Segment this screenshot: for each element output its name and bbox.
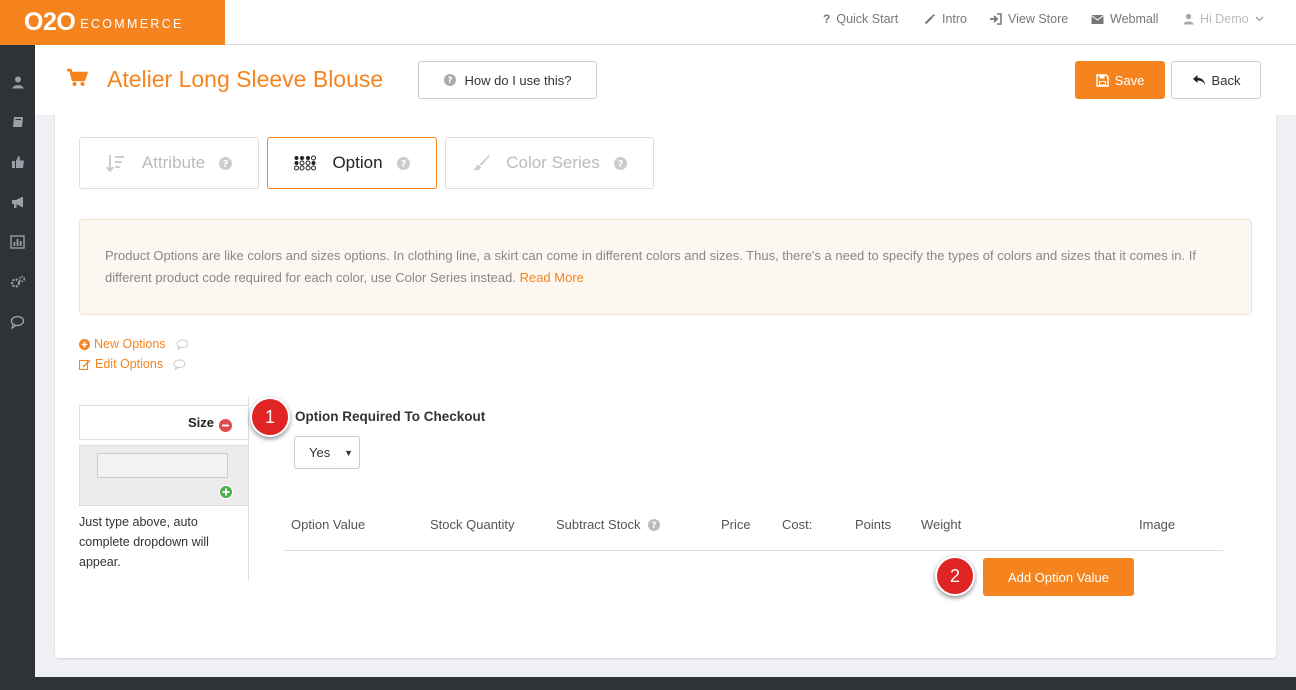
- plus-circle-icon: [79, 338, 90, 350]
- question-circle-icon: ?: [396, 156, 410, 170]
- view-store-link[interactable]: View Store: [989, 12, 1068, 26]
- webmail-label: Webmall: [1110, 12, 1159, 26]
- tab-color-series-label: Color Series: [506, 153, 600, 172]
- question-circle-icon: ?: [443, 74, 456, 86]
- footer-bar: [35, 677, 1296, 690]
- user-menu[interactable]: Hi Demo: [1183, 12, 1264, 26]
- comment-icon[interactable]: [0, 312, 35, 332]
- webmail-link[interactable]: Webmall: [1091, 12, 1158, 26]
- option-size-label: Size: [187, 415, 214, 430]
- tab-attribute[interactable]: Attribute ?: [79, 137, 259, 189]
- svg-text:?: ?: [617, 159, 623, 170]
- svg-text:?: ?: [447, 76, 452, 86]
- new-options-link[interactable]: New Options: [79, 337, 189, 351]
- intro-link[interactable]: Intro: [924, 12, 967, 26]
- edit-options-label: Edit Options: [95, 357, 164, 371]
- info-text: Product Options are like colors and size…: [105, 248, 1196, 285]
- col-weight: Weight: [921, 517, 962, 532]
- page-header: Atelier Long Sleeve Blouse ? How do I us…: [35, 45, 1296, 115]
- comment-icon: [176, 339, 189, 350]
- read-more-link[interactable]: Read More: [520, 270, 584, 285]
- thumbs-up-icon[interactable]: [0, 152, 35, 172]
- required-label: Option Required To Checkout: [295, 409, 486, 424]
- question-circle-icon: ?: [647, 518, 660, 531]
- logo-sub: ECOMMERCE: [80, 17, 184, 31]
- question-circle-icon: ?: [219, 156, 233, 170]
- tab-option-label: Option: [332, 153, 383, 172]
- save-label: Save: [1114, 72, 1145, 88]
- view-store-label: View Store: [1008, 12, 1069, 26]
- required-value: Yes: [309, 445, 331, 460]
- question-circle-icon: ?: [613, 156, 627, 170]
- new-options-label: New Options: [94, 337, 166, 351]
- intro-label: Intro: [942, 12, 968, 26]
- shopping-cart-icon: [67, 68, 88, 86]
- comment-icon: [173, 359, 186, 370]
- user-icon[interactable]: [0, 72, 35, 92]
- divider: [248, 397, 249, 581]
- table-divider: [284, 550, 1223, 551]
- bar-chart-icon[interactable]: [0, 232, 35, 252]
- quick-start-link[interactable]: ? Quick Start: [823, 12, 898, 26]
- reply-icon: [1192, 75, 1205, 85]
- col-option-value: Option Value: [291, 517, 366, 532]
- bullhorn-icon[interactable]: [0, 192, 35, 212]
- add-icon[interactable]: [219, 485, 233, 499]
- content-panel: Attribute ? Option ? Color Series ? Prod…: [55, 115, 1276, 658]
- page-title: Atelier Long Sleeve Blouse: [107, 66, 384, 92]
- sort-amount-icon: [106, 155, 124, 172]
- question-icon: ?: [823, 12, 831, 26]
- edit-icon: [79, 359, 91, 370]
- svg-text:?: ?: [400, 159, 406, 170]
- tab-option[interactable]: Option ?: [267, 137, 437, 189]
- back-button[interactable]: Back: [1171, 61, 1261, 99]
- envelope-icon: [1091, 14, 1104, 24]
- cogs-icon[interactable]: [0, 272, 35, 292]
- option-size-tab[interactable]: Size: [79, 405, 249, 440]
- sign-in-icon: [990, 13, 1002, 25]
- tab-attribute-label: Attribute: [141, 153, 206, 172]
- svg-text:?: ?: [651, 521, 656, 531]
- svg-text:?: ?: [223, 159, 229, 170]
- sidebar: [0, 0, 35, 690]
- help-button[interactable]: ? How do I use this?: [418, 61, 597, 99]
- quick-start-label: Quick Start: [836, 12, 899, 26]
- col-stock-quantity: Stock Quantity: [430, 517, 515, 532]
- caret-down-icon: ▼: [344, 448, 353, 458]
- tab-color-series[interactable]: Color Series ?: [445, 137, 654, 189]
- col-subtract-stock: Subtract Stock ?: [556, 517, 660, 532]
- brand-logo[interactable]: O2O ECOMMERCE: [0, 0, 225, 45]
- floppy-disk-icon: [1095, 73, 1109, 87]
- user-name: Hi Demo: [1200, 12, 1249, 26]
- paint-brush-icon: [473, 155, 490, 171]
- remove-icon[interactable]: [219, 418, 232, 432]
- help-label: How do I use this?: [464, 72, 572, 88]
- option-hint: Just type above, auto complete dropdown …: [79, 515, 209, 569]
- step-badge-1: 1: [250, 397, 290, 437]
- magic-wand-icon: [924, 13, 936, 25]
- logo-main: O2O: [24, 8, 76, 36]
- save-button[interactable]: Save: [1075, 61, 1165, 99]
- edit-options-link[interactable]: Edit Options: [79, 357, 186, 371]
- chevron-down-icon: [1255, 16, 1264, 22]
- col-points: Points: [855, 517, 892, 532]
- add-option-value-button[interactable]: Add Option Value: [983, 558, 1134, 596]
- col-cost: Cost:: [782, 517, 813, 532]
- col-price: Price: [721, 517, 751, 532]
- info-box: Product Options are like colors and size…: [79, 219, 1252, 315]
- book-icon[interactable]: [0, 112, 35, 132]
- step-badge-2: 2: [935, 556, 975, 596]
- user-icon: [1183, 13, 1194, 25]
- required-select[interactable]: Yes ▼: [294, 436, 360, 469]
- back-label: Back: [1211, 72, 1241, 88]
- top-bar: ? Quick Start Intro View Store Webmall H…: [225, 0, 1296, 45]
- option-value-input[interactable]: [97, 453, 228, 478]
- option-value-box: [79, 445, 249, 506]
- braille-dots-icon: [294, 155, 317, 171]
- col-image: Image: [1139, 517, 1176, 532]
